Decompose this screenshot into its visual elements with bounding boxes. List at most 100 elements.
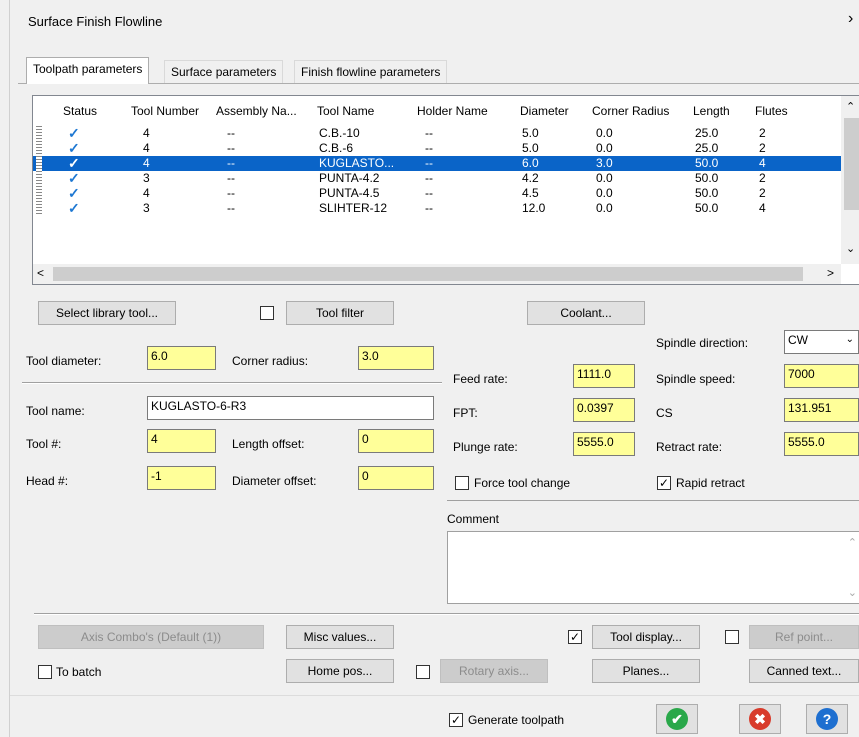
- force-tool-change-label[interactable]: Force tool change: [474, 476, 570, 490]
- scroll-thumb-horizontal[interactable]: [53, 267, 803, 281]
- column-header-holder-name[interactable]: Holder Name: [417, 104, 488, 118]
- cell-corner-radius: 0.0: [596, 126, 613, 140]
- window-title: Surface Finish Flowline: [28, 14, 163, 29]
- tool-display-checkbox[interactable]: ✓: [568, 630, 582, 644]
- table-row[interactable]: ✓ 4 -- KUGLASTO... -- 6.0 3.0 50.0 4: [33, 156, 841, 171]
- table-row[interactable]: ✓ 3 -- PUNTA-4.2 -- 4.2 0.0 50.0 2: [33, 171, 841, 186]
- vertical-scrollbar[interactable]: ⌃ ⌄: [841, 96, 859, 264]
- select-library-tool-button[interactable]: Select library tool...: [38, 301, 176, 325]
- help-button[interactable]: ?: [806, 704, 848, 734]
- cell-length: 25.0: [695, 126, 719, 140]
- canned-text-button[interactable]: Canned text...: [749, 659, 859, 683]
- spindle-direction-select[interactable]: CW ⌄: [784, 330, 859, 354]
- ref-point-button[interactable]: Ref point...: [749, 625, 859, 649]
- ok-check-icon: ✔: [666, 708, 688, 730]
- cancel-button[interactable]: ✖: [739, 704, 781, 734]
- generate-toolpath-checkbox[interactable]: ✓: [449, 713, 463, 727]
- column-header-diameter[interactable]: Diameter: [520, 104, 569, 118]
- ref-point-checkbox[interactable]: [725, 630, 739, 644]
- head-number-input[interactable]: -1: [147, 466, 216, 490]
- table-row[interactable]: ✓ 4 -- C.B.-6 -- 5.0 0.0 25.0 2: [33, 141, 841, 156]
- cell-length: 50.0: [695, 201, 719, 215]
- close-icon[interactable]: ›: [848, 10, 853, 28]
- rapid-retract-label[interactable]: Rapid retract: [676, 476, 745, 490]
- column-header-assembly-name[interactable]: Assembly Na...: [216, 104, 297, 118]
- column-header-flutes[interactable]: Flutes: [755, 104, 788, 118]
- column-header-tool-number[interactable]: Tool Number: [131, 104, 199, 118]
- cell-flutes: 2: [759, 186, 766, 200]
- tool-number-input[interactable]: 4: [147, 429, 216, 453]
- tab-finish-flowline-parameters[interactable]: Finish flowline parameters: [294, 60, 448, 84]
- scroll-left-icon[interactable]: <: [37, 266, 44, 280]
- tool-table[interactable]: Status Tool Number Assembly Na... Tool N…: [32, 95, 859, 285]
- cell-holder-name: --: [425, 201, 433, 215]
- row-grip: [36, 186, 42, 201]
- scroll-up-icon[interactable]: ⌃: [846, 100, 855, 113]
- length-offset-input[interactable]: 0: [358, 429, 434, 453]
- scroll-up-icon[interactable]: ⌃: [848, 536, 857, 549]
- tool-filter-button[interactable]: Tool filter: [286, 301, 394, 325]
- spindle-speed-input[interactable]: 7000: [784, 364, 859, 388]
- cell-corner-radius: 3.0: [596, 156, 613, 170]
- cell-holder-name: --: [425, 186, 433, 200]
- table-row[interactable]: ✓ 4 -- PUNTA-4.5 -- 4.5 0.0 50.0 2: [33, 186, 841, 201]
- column-header-tool-name[interactable]: Tool Name: [317, 104, 374, 118]
- table-row[interactable]: ✓ 3 -- SLIHTER-12 -- 12.0 0.0 50.0 4: [33, 201, 841, 216]
- comment-textarea[interactable]: ⌃ ⌄: [447, 531, 859, 604]
- tool-diameter-label: Tool diameter:: [26, 354, 102, 368]
- to-batch-label[interactable]: To batch: [56, 665, 101, 679]
- column-header-corner-radius[interactable]: Corner Radius: [592, 104, 669, 118]
- home-pos-button[interactable]: Home pos...: [286, 659, 394, 683]
- chevron-down-icon: ⌄: [845, 334, 854, 345]
- column-header-status[interactable]: Status: [63, 104, 97, 118]
- generate-toolpath-label[interactable]: Generate toolpath: [468, 713, 564, 727]
- cell-assembly-name: --: [227, 156, 235, 170]
- scroll-right-icon[interactable]: >: [827, 266, 834, 280]
- retract-rate-input[interactable]: 5555.0: [784, 432, 859, 456]
- horizontal-scrollbar[interactable]: < >: [33, 264, 841, 284]
- cell-diameter: 12.0: [522, 201, 546, 215]
- cell-assembly-name: --: [227, 126, 235, 140]
- coolant-button[interactable]: Coolant...: [527, 301, 645, 325]
- tool-number-label: Tool #:: [26, 437, 62, 451]
- plunge-rate-input[interactable]: 5555.0: [573, 432, 635, 456]
- tab-surface-parameters[interactable]: Surface parameters: [164, 60, 284, 84]
- tool-filter-checkbox[interactable]: [260, 306, 274, 320]
- fpt-label: FPT:: [453, 406, 478, 420]
- spindle-direction-value: CW: [788, 333, 808, 347]
- axis-combo-button[interactable]: Axis Combo's (Default (1)): [38, 625, 264, 649]
- divider: [447, 500, 859, 501]
- planes-button[interactable]: Planes...: [592, 659, 700, 683]
- rotary-axis-button[interactable]: Rotary axis...: [440, 659, 548, 683]
- tool-display-button[interactable]: Tool display...: [592, 625, 700, 649]
- tab-toolpath-parameters[interactable]: Toolpath parameters: [26, 57, 150, 84]
- cell-tool-name: PUNTA-4.5: [319, 186, 380, 200]
- cs-input[interactable]: 131.951: [784, 398, 859, 422]
- cell-flutes: 2: [759, 126, 766, 140]
- rotary-axis-checkbox[interactable]: [416, 665, 430, 679]
- ok-button[interactable]: ✔: [656, 704, 698, 734]
- column-header-length[interactable]: Length: [693, 104, 730, 118]
- diameter-offset-input[interactable]: 0: [358, 466, 434, 490]
- fpt-input[interactable]: 0.0397: [573, 398, 635, 422]
- cell-corner-radius: 0.0: [596, 141, 613, 155]
- divider-highlight: [22, 383, 442, 384]
- misc-values-button[interactable]: Misc values...: [286, 625, 394, 649]
- cell-tool-number: 4: [143, 141, 150, 155]
- tool-display-check-mark: ✓: [569, 630, 581, 644]
- corner-radius-input[interactable]: 3.0: [358, 346, 434, 370]
- scroll-down-icon[interactable]: ⌄: [848, 586, 857, 599]
- scroll-down-icon[interactable]: ⌄: [846, 242, 855, 255]
- row-grip: [36, 156, 42, 171]
- cell-flutes: 4: [759, 156, 766, 170]
- feed-rate-input[interactable]: 1111.0: [573, 364, 635, 388]
- cell-diameter: 5.0: [522, 141, 539, 155]
- rapid-retract-checkbox[interactable]: ✓: [657, 476, 671, 490]
- tool-diameter-input[interactable]: 6.0: [147, 346, 216, 370]
- to-batch-checkbox[interactable]: [38, 665, 52, 679]
- tool-name-input[interactable]: KUGLASTO-6-R3: [147, 396, 434, 420]
- footer-panel: [10, 695, 859, 737]
- scroll-thumb[interactable]: [844, 118, 859, 210]
- force-tool-change-checkbox[interactable]: [455, 476, 469, 490]
- table-row[interactable]: ✓ 4 -- C.B.-10 -- 5.0 0.0 25.0 2: [33, 126, 841, 141]
